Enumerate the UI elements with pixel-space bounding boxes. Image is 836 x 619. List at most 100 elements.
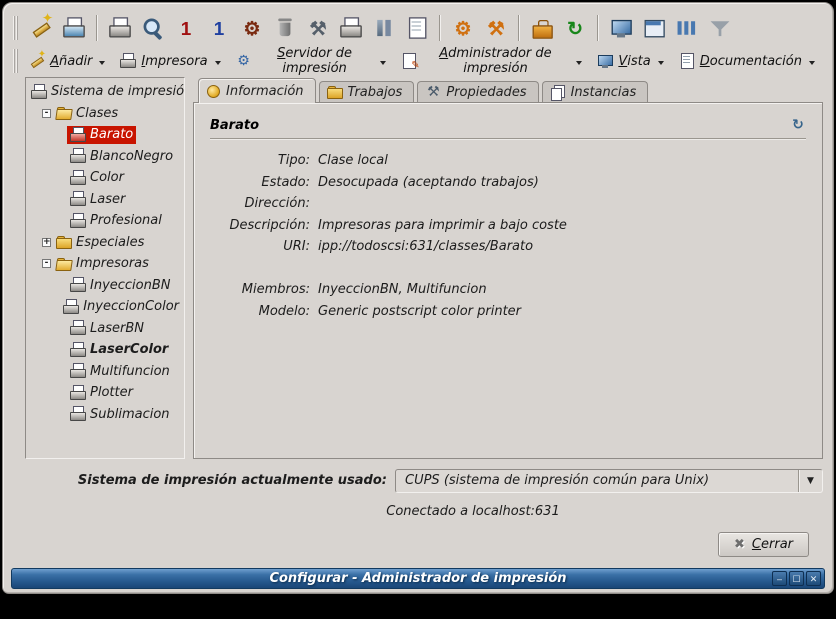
add-printer-wizard-button[interactable]: [26, 13, 56, 43]
printer-report-button[interactable]: [402, 13, 432, 43]
set-server-default-icon: 1: [208, 17, 230, 39]
configure-printer-button[interactable]: ⚙: [237, 13, 267, 43]
view-printer-icon: [142, 17, 164, 39]
tab-label: Propiedades: [446, 85, 526, 100]
print-system-combobox[interactable]: CUPS (sistema de impresión común para Un…: [395, 469, 823, 493]
menu-administrador-impresion[interactable]: Administrador de impresión: [396, 43, 591, 79]
view-printer-button[interactable]: [138, 13, 168, 43]
jobs-folder-icon: [327, 84, 343, 100]
dropdown-arrow-icon: [809, 61, 815, 68]
menu-documentacion[interactable]: Documentación: [674, 50, 823, 72]
view-printer-infos-button[interactable]: [606, 13, 636, 43]
tree-expander-icon[interactable]: -: [42, 259, 51, 268]
tree-item-barato[interactable]: Barato: [28, 124, 182, 146]
close-x-icon: [734, 537, 745, 552]
class-icon: [70, 191, 86, 207]
tab-trabajos[interactable]: Trabajos: [319, 81, 415, 102]
tree-item-body: Impresoras: [53, 255, 152, 273]
tree-expander-icon[interactable]: +: [42, 238, 51, 247]
printer-jobs-button[interactable]: [369, 13, 399, 43]
tree-item-inyeccioncolor[interactable]: InyeccionColor: [28, 296, 182, 318]
configure-server-button[interactable]: ⚒: [481, 13, 511, 43]
tree-expander-icon[interactable]: -: [42, 109, 51, 118]
test-printer-button[interactable]: ⚒: [303, 13, 333, 43]
tree-item-laserbn[interactable]: LaserBN: [28, 318, 182, 340]
info-row: Tipo:Clase local: [210, 153, 806, 175]
menu-label: Vista: [618, 54, 650, 69]
refresh-button[interactable]: ↻: [560, 13, 590, 43]
maximize-button[interactable]: ☐: [789, 571, 804, 586]
info-field-value: Generic postscript color printer: [318, 304, 521, 319]
tab-bar: InformaciónTrabajos⚒PropiedadesInstancia…: [193, 77, 823, 102]
tree-item-color[interactable]: Color: [28, 167, 182, 189]
tab-instancias[interactable]: Instancias: [542, 81, 649, 102]
tree-item-especiales[interactable]: +Especiales: [28, 232, 182, 254]
toolbox-button[interactable]: [527, 13, 557, 43]
window-title: Configurar - Administrador de impresión: [269, 571, 566, 586]
info-row: URI:ipp://todoscsi:631/classes/Barato: [210, 239, 806, 261]
menu-impresora[interactable]: Impresora: [115, 50, 228, 72]
filter-button[interactable]: [705, 13, 735, 43]
view-list-mode-icon: [676, 17, 698, 39]
tree-item-laser[interactable]: Laser: [28, 189, 182, 211]
titlebar-buttons: –☐✕: [772, 571, 821, 586]
tree-item-plotter[interactable]: Plotter: [28, 382, 182, 404]
tree-indent: [28, 349, 56, 350]
tree-item-blanconegro[interactable]: BlancoNegro: [28, 146, 182, 168]
window-titlebar[interactable]: Configurar - Administrador de impresión …: [11, 568, 825, 589]
info-field-value: ipp://todoscsi:631/classes/Barato: [318, 239, 533, 254]
divider: [210, 138, 806, 140]
refresh-icon: ↻: [564, 17, 586, 39]
tree-item-label: InyeccionBN: [90, 278, 171, 293]
add-special-printer-button[interactable]: [59, 13, 89, 43]
toolbar-handle[interactable]: [13, 16, 19, 40]
remove-printer-button[interactable]: [270, 13, 300, 43]
tree-item-lasercolor[interactable]: LaserColor: [28, 339, 182, 361]
info-refresh-slot[interactable]: ↻: [790, 117, 806, 133]
view-icons-mode-button[interactable]: [639, 13, 669, 43]
tree-item-sistema-de-impresion[interactable]: Sistema de impresión: [28, 81, 182, 103]
printer-icon: [120, 53, 136, 69]
tree-item-label: LaserColor: [90, 342, 168, 357]
close-button[interactable]: Cerrar: [718, 532, 809, 557]
menu-vista[interactable]: Vista: [592, 50, 671, 72]
tab-informacion[interactable]: Información: [198, 78, 316, 103]
toolbar-handle[interactable]: [13, 49, 18, 73]
print-test-page-button[interactable]: [336, 13, 366, 43]
menu-servidor-impresion[interactable]: ⚙Servidor de impresión: [231, 43, 394, 79]
menu-label: Administrador de impresión: [422, 46, 570, 76]
info-row: Modelo:Generic postscript color printer: [210, 304, 806, 326]
tree-item-inyeccionbn[interactable]: InyeccionBN: [28, 275, 182, 297]
tab-propiedades[interactable]: ⚒Propiedades: [417, 81, 538, 102]
set-user-default-button[interactable]: 1: [171, 13, 201, 43]
wizard-icon: [29, 53, 45, 69]
info-field-value: Clase local: [318, 153, 388, 168]
tree-item-label: Sistema de impresión: [51, 84, 185, 99]
class-icon: [70, 213, 86, 229]
close-button-label: Cerrar: [752, 537, 793, 552]
restart-server-button[interactable]: ⚙: [448, 13, 478, 43]
minimize-button[interactable]: –: [772, 571, 787, 586]
tree-item-body: LaserBN: [67, 319, 147, 337]
combo-dropdown-arrow-icon[interactable]: [798, 470, 822, 492]
modify-printer-button[interactable]: [105, 13, 135, 43]
configure-printer-icon: ⚙: [241, 17, 263, 39]
tree-indent: [28, 285, 56, 286]
info-row: Dirección:: [210, 196, 806, 218]
tree-indent: [28, 220, 56, 221]
view-list-mode-button[interactable]: [672, 13, 702, 43]
printer-icon: [63, 299, 79, 315]
info-field-label: Miembros:: [210, 282, 310, 297]
tree-item-clases[interactable]: -Clases: [28, 103, 182, 125]
menu-anadir[interactable]: Añadir: [24, 50, 113, 72]
tree-item-profesional[interactable]: Profesional: [28, 210, 182, 232]
tree-item-sublimacion[interactable]: Sublimacion: [28, 404, 182, 426]
close-button[interactable]: ✕: [806, 571, 821, 586]
tree-item-label: Color: [90, 170, 124, 185]
info-field-label: [210, 261, 310, 276]
tree-item-impresoras[interactable]: -Impresoras: [28, 253, 182, 275]
set-server-default-button[interactable]: 1: [204, 13, 234, 43]
tree-item-multifuncion[interactable]: Multifuncion: [28, 361, 182, 383]
instances-copies-icon: [550, 84, 566, 100]
main-toolbar: 11⚙⚒⚙⚒↻: [11, 9, 825, 47]
